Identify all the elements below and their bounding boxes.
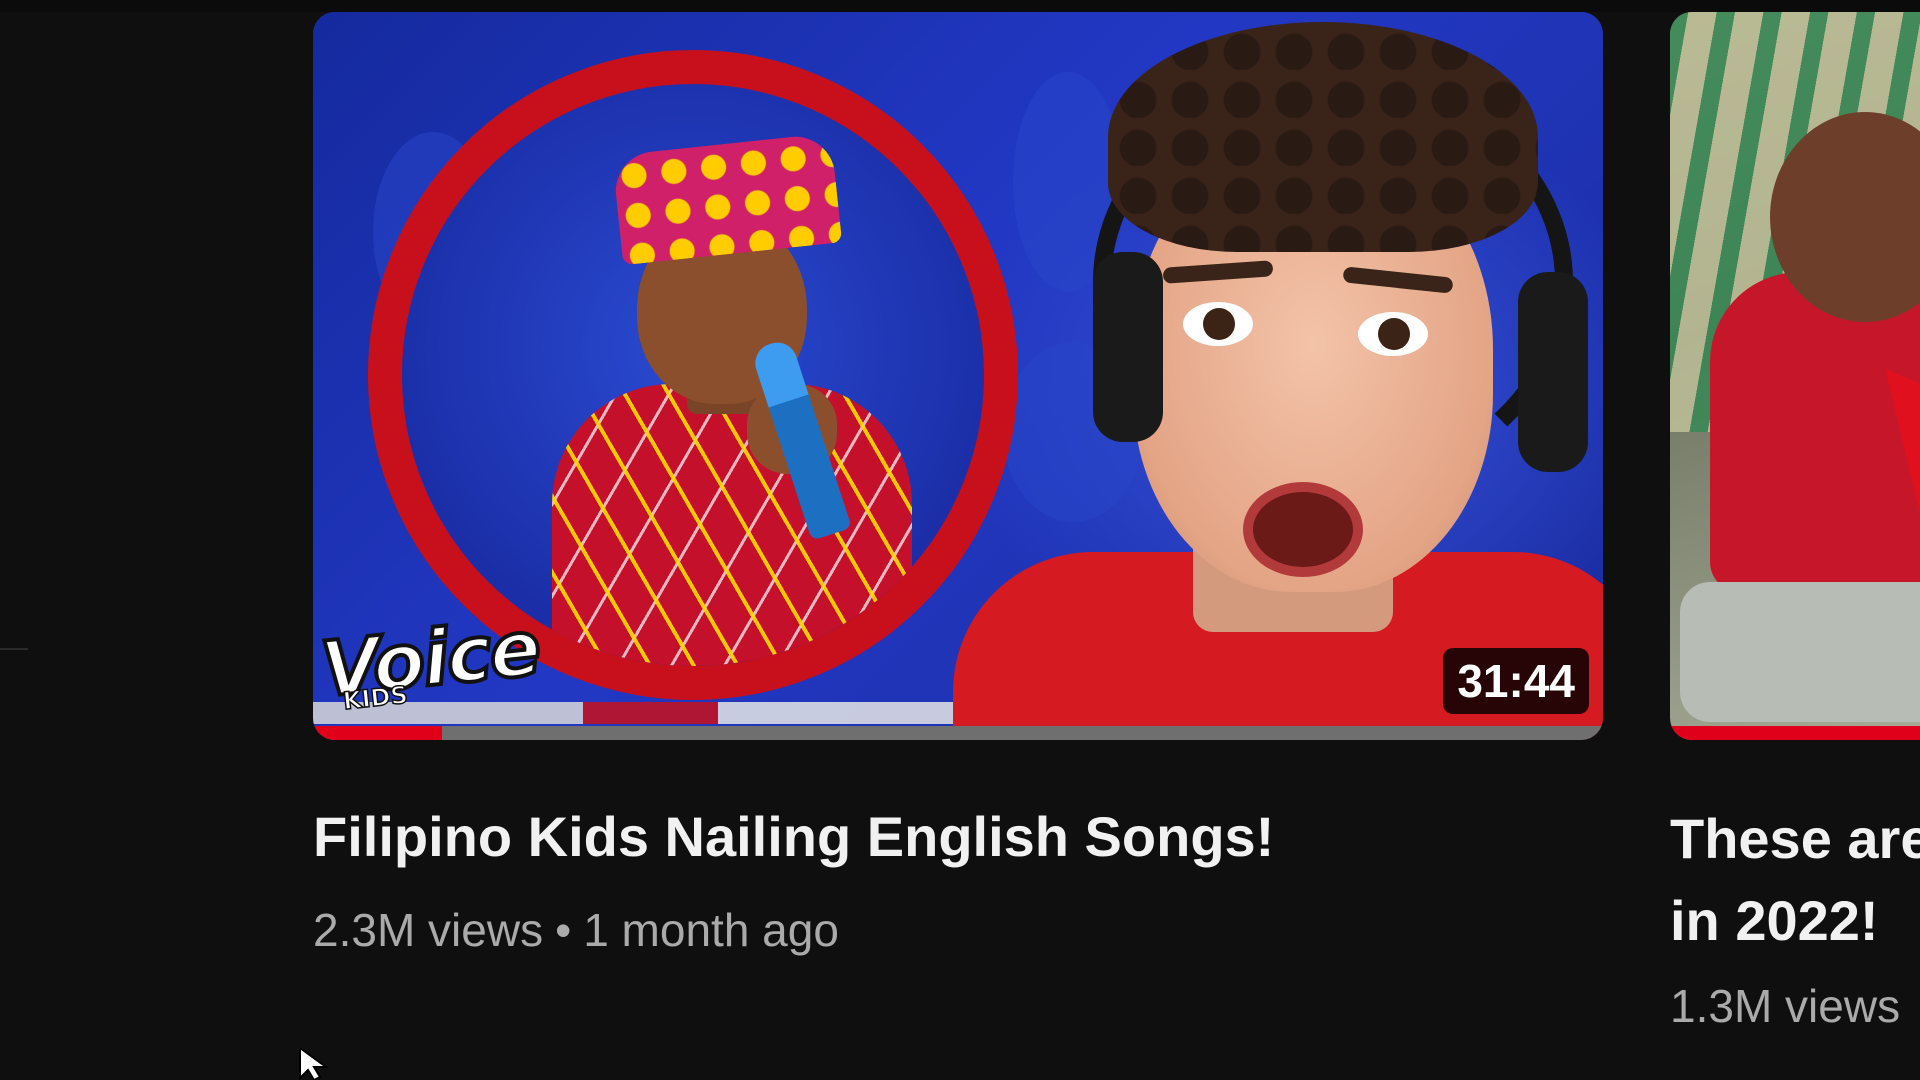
thumbnail-chair-seat (1680, 582, 1920, 722)
view-count: 2.3M views (313, 904, 544, 956)
duration-badge: 31:44 (1443, 648, 1589, 714)
headphone-right-cup (1518, 272, 1588, 472)
thumbnail-man-hair (1108, 22, 1538, 252)
watch-progress-track (313, 726, 1603, 740)
logo-kids-text: KIDS (341, 680, 410, 716)
video-title-line: These are (1670, 807, 1920, 870)
video-thumbnail[interactable]: Voice KIDS 31:44 (313, 12, 1603, 740)
video-card[interactable]: These are in 2022! 1.3M views (1670, 12, 1920, 1036)
view-count: 1.3M views (1670, 980, 1901, 1032)
video-card[interactable]: Voice KIDS 31:44 Filipino Kids Nailing E… (313, 12, 1603, 960)
upload-age: 1 month ago (583, 904, 839, 956)
video-title-line: in 2022! (1670, 889, 1879, 952)
top-strip (0, 0, 1920, 12)
watch-progress-fill (313, 726, 442, 740)
thumbnail-man-eye (1183, 302, 1253, 346)
thumbnail-man-eye (1358, 312, 1428, 356)
video-thumbnail[interactable] (1670, 12, 1920, 740)
sidebar-edge-divider (0, 648, 28, 650)
thumbnail-kid-hat (611, 132, 843, 266)
video-metadata: 2.3M views • 1 month ago (313, 900, 1603, 960)
headphone-left-cup (1093, 252, 1163, 442)
the-voice-kids-logo: Voice KIDS (313, 601, 613, 722)
video-grid: Voice KIDS 31:44 Filipino Kids Nailing E… (0, 0, 1920, 1080)
video-title[interactable]: These are in 2022! (1670, 798, 1920, 962)
video-title[interactable]: Filipino Kids Nailing English Songs! (313, 798, 1603, 876)
thumbnail-man-mouth (1243, 482, 1363, 577)
watch-progress-fill (1670, 726, 1920, 740)
meta-separator: • (555, 904, 572, 956)
